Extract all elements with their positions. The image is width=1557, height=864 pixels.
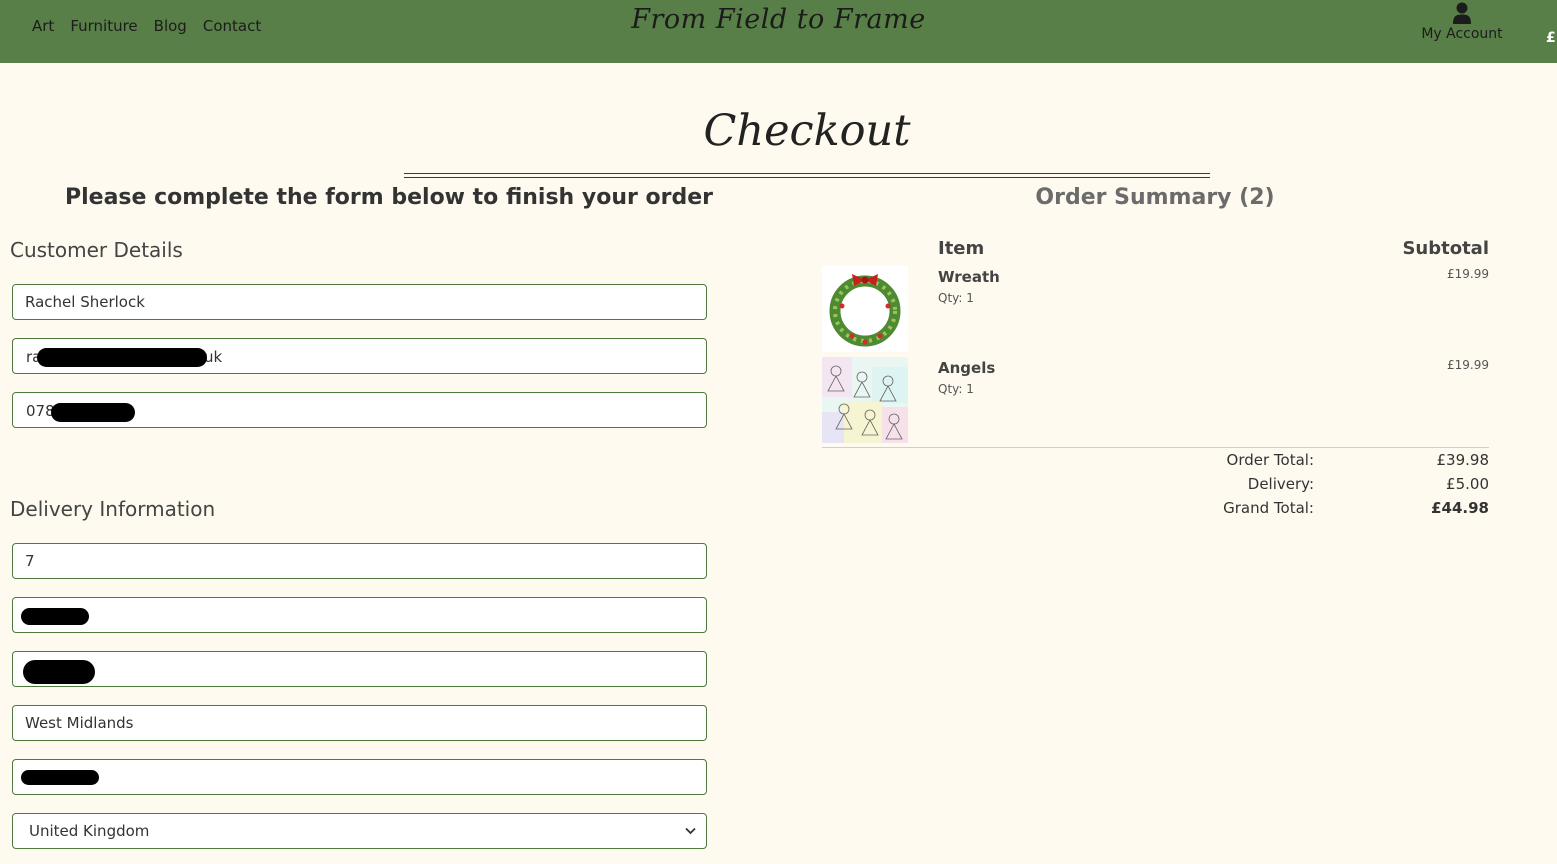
- order-summary-heading: Order Summary (2): [1035, 185, 1275, 210]
- email-visible-end: uk: [204, 348, 223, 366]
- grand-total-value: £44.98: [1431, 499, 1489, 517]
- country-selected-value: United Kingdom: [29, 822, 150, 840]
- phone-field[interactable]: 078: [12, 392, 707, 428]
- item-column-header: Item: [938, 238, 985, 259]
- redaction-mark: [51, 403, 135, 422]
- order-total-value: £39.98: [1436, 451, 1490, 469]
- full-name-field[interactable]: [12, 284, 707, 320]
- summary-divider: [822, 447, 1489, 448]
- item-name: Angels: [938, 359, 996, 377]
- county-input[interactable]: [13, 706, 706, 740]
- item-name: Wreath: [938, 268, 1000, 286]
- item-price: £19.99: [1447, 267, 1489, 281]
- customer-details-label: Customer Details: [10, 238, 183, 262]
- full-name-input[interactable]: [13, 285, 706, 319]
- title-divider: [404, 173, 1210, 178]
- delivery-value: £5.00: [1446, 475, 1489, 493]
- item-qty: Qty: 1: [938, 382, 974, 396]
- cart-total-link[interactable]: £: [1546, 30, 1556, 46]
- user-icon: [1453, 2, 1471, 24]
- delivery-info-label: Delivery Information: [10, 497, 216, 521]
- item-qty: Qty: 1: [938, 291, 974, 305]
- street-address1-field[interactable]: [12, 543, 707, 579]
- street-address2-field[interactable]: [12, 597, 707, 633]
- my-account-link[interactable]: My Account: [1415, 2, 1509, 42]
- page-title: Checkout: [703, 106, 911, 156]
- order-total-label: Order Total:: [1226, 451, 1314, 469]
- my-account-label: My Account: [1421, 26, 1503, 42]
- chevron-down-icon: [685, 824, 696, 838]
- redaction-mark: [37, 348, 207, 367]
- wreath-image[interactable]: [822, 266, 908, 352]
- country-select[interactable]: United Kingdom: [12, 813, 707, 849]
- grand-total-label: Grand Total:: [1223, 499, 1314, 517]
- email-field[interactable]: ra uk: [12, 338, 707, 374]
- item-price: £19.99: [1447, 358, 1489, 372]
- town-input[interactable]: [13, 652, 706, 686]
- county-field[interactable]: [12, 705, 707, 741]
- angels-image[interactable]: [822, 357, 908, 443]
- street-address2-input[interactable]: [13, 598, 706, 632]
- email-visible-start: ra: [26, 348, 42, 366]
- street-address1-input[interactable]: [13, 544, 706, 578]
- postcode-input[interactable]: [13, 760, 706, 794]
- delivery-label: Delivery:: [1247, 475, 1314, 493]
- form-heading: Please complete the form below to finish…: [64, 185, 713, 210]
- town-field[interactable]: [12, 651, 707, 687]
- postcode-field[interactable]: [12, 759, 707, 795]
- phone-visible-start: 078: [26, 402, 55, 420]
- site-logo[interactable]: From Field to Frame: [0, 4, 1557, 35]
- top-navbar: Art Furniture Blog Contact From Field to…: [0, 0, 1557, 63]
- subtotal-column-header: Subtotal: [1402, 238, 1489, 259]
